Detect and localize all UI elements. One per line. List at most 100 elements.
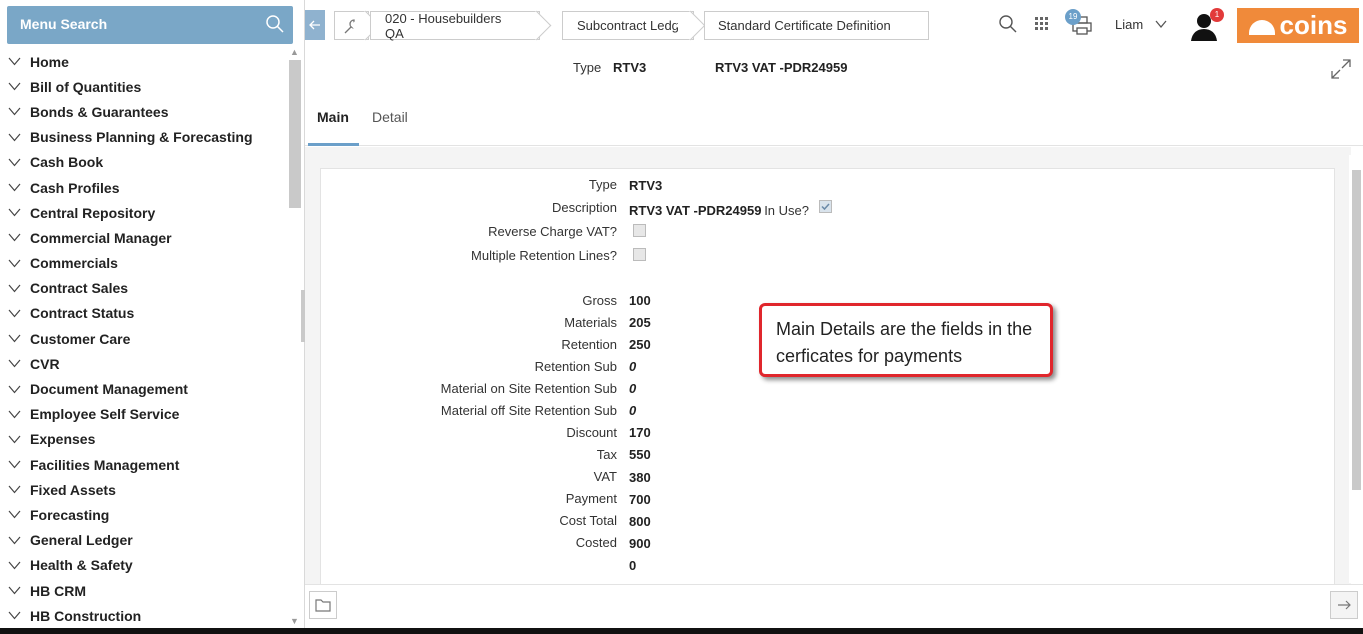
chevron-down-icon [8,611,21,620]
sidebar-item-label: Bonds & Guarantees [30,103,169,120]
sidebar-item-home[interactable]: Home [0,49,288,74]
apps-grid-icon[interactable] [1034,16,1050,32]
sidebar-item-general-ledger[interactable]: General Ledger [0,528,288,553]
sidebar-item-health-safety[interactable]: Health & Safety [0,553,288,578]
tab-bar: Main Detail [305,90,1363,146]
mofs-retention-value: 0 [629,403,637,418]
in-use-label: In Use? [764,203,809,218]
sidebar-item-label: Health & Safety [30,557,133,574]
breadcrumb-ledger-label: Subcontract Ledger [577,18,691,33]
chevron-down-icon [8,108,21,116]
sidebar-item-label: Forecasting [30,506,110,523]
logo-text: coins [1279,10,1348,40]
sidebar: Menu Search Home Bill of Quantities Bonds … [0,0,305,628]
print-queue-badge: 19 [1065,9,1081,25]
sidebar-item-label: Cash Book [30,154,104,171]
sidebar-item-label: Expenses [30,431,96,448]
sidebar-item-document-management[interactable]: Document Management [0,376,288,401]
folder-icon [315,599,331,612]
discount-value: 170 [629,425,651,440]
scroll-down-icon[interactable]: ▼ [290,616,299,626]
sidebar-scroll-thumb[interactable] [289,60,301,208]
search-icon[interactable] [265,14,285,34]
back-button[interactable] [305,10,325,40]
vat-label: VAT [593,469,617,484]
sidebar-item-label: Commercials [30,255,118,272]
sidebar-item-label: HB Construction [30,607,142,624]
sidebar-item-bonds-guarantees[interactable]: Bonds & Guarantees [0,99,288,124]
sidebar-item-label: Customer Care [30,330,131,347]
in-use-checkbox[interactable] [819,200,832,213]
sidebar-item-label: Cash Profiles [30,179,120,196]
sidebar-item-contract-sales[interactable]: Contract Sales [0,276,288,301]
sidebar-item-facilities-management[interactable]: Facilities Management [0,452,288,477]
sidebar-item-commercial-manager[interactable]: Commercial Manager [0,225,288,250]
top-bar: 020 - Housebuilders QA Subcontract Ledge… [305,0,1363,50]
main-details-panel: Type RTV3 Description RTV3 VAT -PDR24959… [320,168,1335,588]
notification-badge: 1 [1210,8,1224,22]
discount-label: Discount [566,425,617,440]
sidebar-item-commercials[interactable]: Commercials [0,251,288,276]
sidebar-item-forecasting[interactable]: Forecasting [0,502,288,527]
sidebar-item-cash-book[interactable]: Cash Book [0,150,288,175]
retention-sub-value: 0 [629,359,637,374]
sidebar-item-business-planning-forecasting[interactable]: Business Planning & Forecasting [0,125,288,150]
sidebar-item-central-repository[interactable]: Central Repository [0,200,288,225]
chevron-down-icon [8,561,21,570]
user-name[interactable]: Liam [1115,17,1143,32]
sidebar-item-hb-construction[interactable]: HB Construction [0,603,288,628]
scroll-up-icon[interactable]: ▲ [290,47,299,57]
payment-value: 700 [629,492,651,507]
global-search-icon[interactable] [998,14,1018,34]
sidebar-item-label: Contract Status [30,305,135,322]
chevron-down-icon [8,234,21,242]
breadcrumb-company-label: 020 - Housebuilders QA [385,10,502,41]
header-type-label: Type [573,60,602,75]
chevron-down-icon [8,133,21,142]
chevron-down-icon [8,511,21,519]
folder-button[interactable] [309,591,337,619]
sidebar-item-customer-care[interactable]: Customer Care [0,326,288,351]
arrow-right-icon [1338,600,1351,610]
expand-icon[interactable] [1330,58,1352,80]
bottom-bar [305,584,1363,628]
sidebar-item-bill-of-quantities[interactable]: Bill of Quantities [0,74,288,99]
content-scroll-thumb[interactable] [1352,170,1361,490]
sidebar-item-expenses[interactable]: Expenses [0,427,288,452]
sidebar-item-label: Central Repository [30,204,156,221]
taskbar-strip [0,628,1363,634]
sidebar-item-cvr[interactable]: CVR [0,351,288,376]
sidebar-item-label: General Ledger [30,532,133,549]
unlabelled-value: 0 [629,558,637,573]
sidebar-item-cash-profiles[interactable]: Cash Profiles [0,175,288,200]
chevron-down-icon [8,485,21,494]
logo-dome-icon [1248,20,1275,35]
menu-search[interactable]: Menu Search [7,6,293,44]
retention-label: Retention [561,337,617,352]
sidebar-item-employee-self-service[interactable]: Employee Self Service [0,402,288,427]
chevron-down-icon [8,385,21,393]
cost-total-value: 800 [629,514,651,529]
multiple-retention-checkbox[interactable] [633,248,646,261]
chevron-down-icon[interactable] [1155,20,1167,29]
cost-total-label: Cost Total [559,513,617,528]
breadcrumb-ledger[interactable]: Subcontract Ledger [562,10,706,41]
sidebar-item-contract-status[interactable]: Contract Status [0,301,288,326]
tab-detail[interactable]: Detail [372,109,408,125]
menu-search-label: Menu Search [20,16,108,32]
breadcrumb-company[interactable]: 020 - Housebuilders QA [370,10,552,41]
multiple-retention-label: Multiple Retention Lines? [471,248,617,263]
sidebar-item-hb-crm[interactable]: HB CRM [0,578,288,603]
content-area: Type RTV3 Description RTV3 VAT -PDR24959… [305,147,1351,588]
active-tab-indicator [308,143,359,146]
next-button[interactable] [1330,591,1358,619]
materials-value: 205 [629,315,651,330]
mos-retention-value: 0 [629,381,637,396]
breadcrumb-definition[interactable]: Standard Certificate Definition [704,11,929,40]
coins-logo: coins [1237,8,1359,43]
tab-main[interactable]: Main [317,109,349,125]
sidebar-item-fixed-assets[interactable]: Fixed Assets [0,477,288,502]
chevron-down-icon [8,208,21,217]
breadcrumb-tools[interactable] [334,10,381,41]
reverse-charge-checkbox[interactable] [633,224,646,237]
